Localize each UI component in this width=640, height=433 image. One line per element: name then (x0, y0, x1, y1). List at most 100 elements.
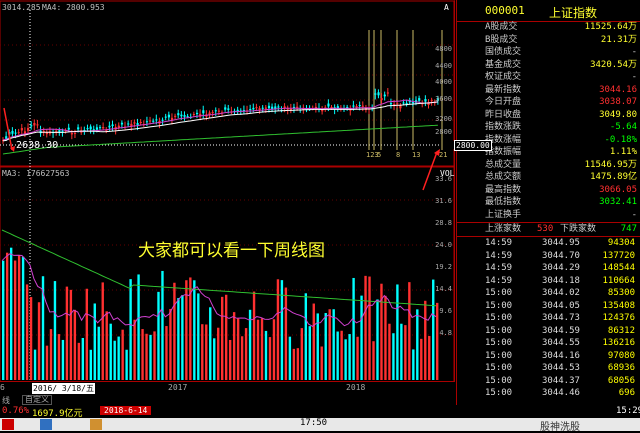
quote-row: 权证成交 - (457, 72, 640, 83)
candle-body (77, 127, 80, 130)
price-grid (0, 44, 454, 121)
volume-bar (296, 348, 300, 380)
volume-bar (236, 318, 240, 380)
taskbar-folder-icon[interactable] (90, 419, 102, 430)
quote-value: - (631, 47, 637, 57)
ma-label-top: 3014.285 (2, 3, 41, 12)
quote-value: 3049.80 (599, 109, 637, 120)
tick-volume: 97080 (607, 350, 635, 361)
volume-bar (372, 341, 375, 380)
low-price-label: 2638.30 (16, 140, 59, 151)
volume-bar (113, 340, 116, 380)
quote-value: 3066.05 (599, 184, 637, 195)
status-date[interactable]: 2018-6-14 (100, 406, 152, 415)
kline-chart[interactable] (0, 0, 455, 405)
volume-bar (153, 331, 156, 380)
volume-bar (29, 297, 33, 380)
candle-body (402, 102, 405, 104)
quote-row: 最低指数 3032.41 (457, 197, 640, 208)
current-price-tag: 2800.00 (454, 140, 492, 151)
ma4-label: MA4: 2800.953 (42, 3, 105, 12)
tick-price: 3044.70 (542, 250, 580, 261)
volume-bar (145, 333, 148, 380)
volume-bar (420, 338, 423, 380)
quote-label: 权证成交 (485, 72, 522, 82)
quote-value: - (631, 209, 637, 220)
volume-bar (352, 277, 355, 380)
tick-list[interactable]: 14:59 3044.95 94304 14:59 3044.70 137720 14:59… (457, 238, 640, 403)
quote-label: 最高指数 (485, 184, 522, 195)
quote-row: 基金成交 3420.54万 (457, 60, 640, 71)
tick-price: 3044.18 (542, 275, 580, 286)
tick-price: 3044.59 (542, 325, 580, 336)
tick-row: 15:00 3044.37 68056 (457, 376, 640, 387)
volume-bar (408, 282, 411, 380)
volume-bar (416, 309, 419, 380)
volume-axis: 33.6 31.6 28.8 24.0 19.2 14.4 9.6 4.8 (430, 175, 454, 395)
tick-time: 15:00 (485, 375, 513, 386)
candle-body (136, 123, 139, 126)
quote-value: 3038.07 (599, 97, 637, 107)
candle-body (396, 103, 399, 105)
quote-row: 总成交量 11546.95万 (457, 160, 640, 171)
candle-body (102, 127, 105, 129)
volume-bar (129, 279, 132, 380)
candle-body (352, 105, 355, 107)
candle-body (267, 105, 271, 109)
tick-time: 15:00 (485, 313, 513, 323)
volume-bar (340, 330, 343, 380)
date-axis-label-0: 6 (0, 383, 5, 392)
volume-bar (65, 286, 69, 380)
volume-bar (209, 307, 212, 380)
candle-body (358, 105, 361, 107)
candle-body (211, 112, 214, 114)
date-axis-label-3: 2018 (346, 383, 366, 392)
volume-bar (117, 336, 120, 380)
quote-row: 最高指数 3066.05 (457, 185, 640, 196)
quote-value: -5.64 (609, 122, 637, 132)
start-icon[interactable] (2, 419, 14, 430)
tick-volume: 68936 (607, 363, 635, 373)
tick-volume: 94304 (607, 238, 635, 248)
volume-bar (93, 303, 96, 380)
quote-row: 最新指数 3044.16 (457, 85, 640, 96)
volume-bar (356, 336, 359, 380)
quote-value: 3032.41 (599, 197, 637, 207)
volume-bar (412, 349, 415, 380)
candle-body (86, 128, 89, 130)
quote-label: B股成交 (485, 34, 518, 45)
volume-bar (240, 336, 244, 380)
fibonacci-label: 8 (396, 151, 401, 159)
quote-row: 指数涨跌 -5.64 (457, 122, 640, 133)
candle-body (11, 130, 14, 134)
price-panel-frame (0, 0, 455, 167)
tick-row: 15:00 3044.73 124376 (457, 313, 640, 324)
tick-price: 3044.46 (542, 388, 580, 398)
volume-bar (89, 349, 92, 380)
candle-body (377, 92, 380, 96)
candle-body (111, 124, 114, 127)
tick-time: 14:59 (485, 238, 513, 248)
candle-body (327, 103, 330, 107)
candle-body (180, 114, 183, 117)
tick-price: 3044.53 (542, 363, 580, 373)
tick-price: 3044.95 (542, 238, 580, 248)
volume-bar (364, 275, 367, 380)
volume-axis-tick: 24.0 (435, 241, 452, 249)
taskbar-app-icon[interactable] (40, 419, 52, 430)
tab-custom[interactable]: 自定义 (22, 395, 52, 405)
tick-price: 3044.02 (542, 288, 580, 298)
quote-label: 基金成交 (485, 59, 522, 70)
tick-row: 15:00 3044.02 85300 (457, 288, 640, 299)
updown-row: 上涨家数 530 下跌家数 747 (457, 224, 640, 235)
tick-row: 15:00 3044.46 696 (457, 388, 640, 399)
candle-body (42, 130, 45, 132)
date-axis-label-1: 2016/ 3/18/五 (32, 383, 95, 394)
volume-bar (205, 324, 208, 380)
volume-bar (392, 333, 395, 380)
tick-time: 15:00 (485, 288, 513, 298)
tick-time: 15:00 (485, 338, 513, 348)
volume-bar (105, 311, 108, 380)
candle-body (155, 119, 158, 121)
candle-body (149, 120, 152, 122)
